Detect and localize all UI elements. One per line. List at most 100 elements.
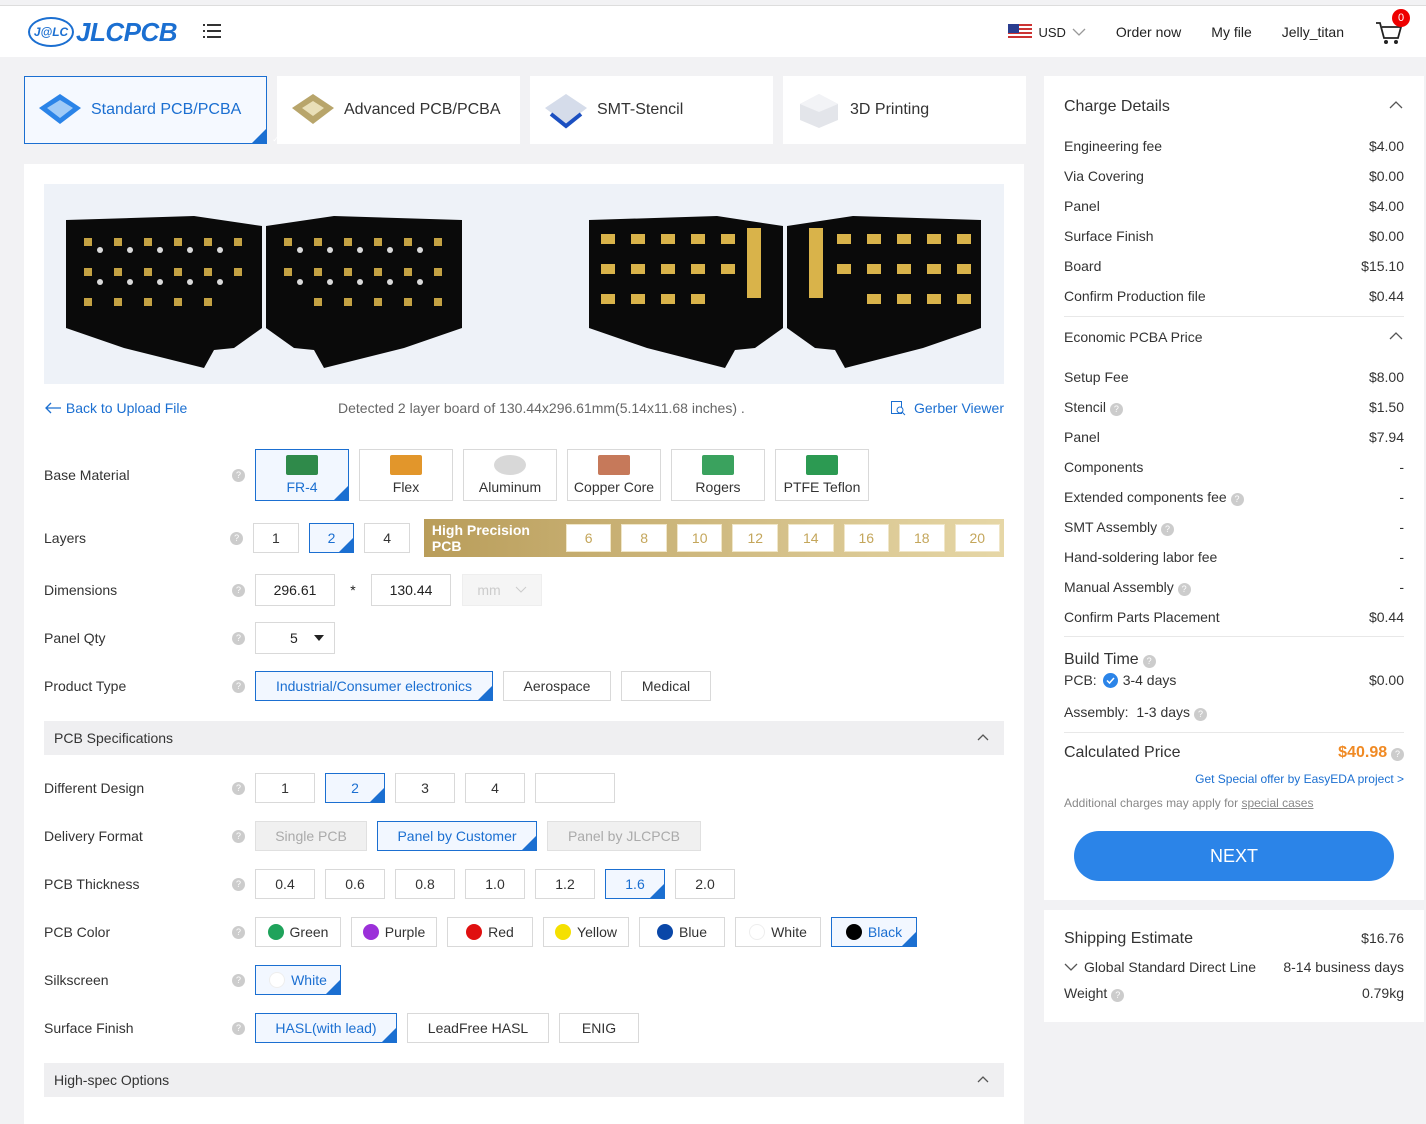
thickness-0-4[interactable]: 0.4 [255,869,315,899]
color-black[interactable]: Black [831,917,929,947]
layers-option-4[interactable]: 4 [364,523,410,553]
tab-advanced-pcb[interactable]: Advanced PCB/PCBA [277,76,520,144]
thickness-0-6[interactable]: 0.6 [325,869,385,899]
help-icon[interactable]: ? [232,925,245,939]
thickness-2-0[interactable]: 2.0 [675,869,735,899]
color-red[interactable]: Red [447,917,533,947]
pcb-specifications-section[interactable]: PCB Specifications [44,721,1004,755]
surface-finish-leadfree-hasl[interactable]: LeadFree HASL [407,1013,549,1043]
color-blue[interactable]: Blue [639,917,725,947]
surface-finish-hasl-lead[interactable]: HASL(with lead) [255,1013,409,1043]
help-icon[interactable]: ? [1161,522,1174,536]
help-icon[interactable]: ? [232,1021,245,1035]
dimension-separator: * [350,582,356,598]
layers-option-20[interactable]: 20 [954,524,1001,552]
cart-button[interactable]: 0 [1374,9,1410,47]
option-label: Red [488,924,514,940]
help-icon[interactable]: ? [1142,654,1156,668]
help-icon[interactable]: ? [1109,402,1123,416]
user-menu[interactable]: Jelly_titan [1282,24,1344,40]
layers-option-16[interactable]: 16 [843,524,890,552]
dimension-x-input[interactable]: 296.61 [255,574,335,606]
tab-3d-printing[interactable]: 3D Printing [783,76,1026,144]
help-icon[interactable]: ? [1230,492,1244,506]
thickness-0-8[interactable]: 0.8 [395,869,455,899]
shipping-method-row[interactable]: Global Standard Direct Line 8-14 busines… [1064,959,1404,975]
my-file-link[interactable]: My file [1211,24,1251,40]
help-icon[interactable]: ? [232,781,245,795]
help-icon[interactable]: ? [232,631,245,645]
help-icon[interactable]: ? [232,679,245,693]
delivery-panel-by-customer[interactable]: Panel by Customer [377,821,549,851]
currency-selector[interactable]: USD [1008,24,1086,40]
hamburger-menu-icon[interactable] [203,23,221,38]
base-material-fr4[interactable]: FR-4 [255,449,361,501]
product-type-medical[interactable]: Medical [621,671,711,701]
special-offer-link[interactable]: Get Special offer by EasyEDA project > [1195,772,1404,786]
gerber-viewer-link[interactable]: Gerber Viewer [890,400,1004,416]
charge-engineering-fee: Engineering fee $4.00 [1064,138,1404,154]
high-precision-label: High Precision PCB [431,522,530,554]
base-material-flex[interactable]: Flex [359,449,453,501]
build-time-pcb[interactable]: PCB: 3-4 days $0.00 [1064,672,1404,688]
product-type-industrial[interactable]: Industrial/Consumer electronics [255,671,505,701]
layers-option-14[interactable]: 14 [787,524,834,552]
delivery-single-pcb[interactable]: Single PCB [255,821,367,851]
different-design-2[interactable]: 2 [325,773,397,803]
help-icon[interactable]: ? [1193,707,1207,721]
help-icon[interactable]: ? [232,877,245,891]
tab-smt-stencil[interactable]: SMT-Stencil [530,76,773,144]
help-icon[interactable]: ? [232,583,245,597]
row-delivery-format: Delivery Format ? Single PCB Panel by Cu… [44,820,1004,852]
help-icon[interactable]: ? [232,973,245,987]
tab-standard-pcb[interactable]: Standard PCB/PCBA [24,76,279,144]
field-label: Panel Qty [44,630,106,646]
dimension-unit-select[interactable]: mm [462,574,542,606]
help-icon[interactable]: ? [1111,988,1125,1002]
jlcpcb-logo[interactable]: J@LC JLCPCB [28,16,178,48]
help-icon[interactable]: ? [232,468,245,482]
color-yellow[interactable]: Yellow [543,917,629,947]
different-design-1[interactable]: 1 [255,773,315,803]
layers-option-18[interactable]: 18 [899,524,945,552]
base-material-rogers[interactable]: Rogers [671,449,765,501]
dimension-y-input[interactable]: 130.44 [371,574,451,606]
base-material-aluminum[interactable]: Aluminum [463,449,557,501]
field-label: Product Type [44,678,127,694]
layers-option-12[interactable]: 12 [732,524,778,552]
different-design-3[interactable]: 3 [395,773,455,803]
panel-qty-select[interactable]: 5 [255,622,335,654]
surface-finish-enig[interactable]: ENIG [559,1013,639,1043]
help-icon[interactable]: ? [232,829,245,843]
layers-option-8[interactable]: 8 [621,524,667,552]
special-cases-link[interactable]: special cases [1241,796,1313,810]
color-white[interactable]: White [735,917,821,947]
high-spec-options-section[interactable]: High-spec Options [44,1063,1004,1097]
thickness-1-2[interactable]: 1.2 [535,869,595,899]
pcba-price-header[interactable]: Economic PCBA Price [1064,329,1404,345]
back-to-upload-link[interactable]: Back to Upload File [44,400,187,416]
charge-details-header[interactable]: Charge Details [1064,98,1404,116]
order-now-link[interactable]: Order now [1116,24,1181,40]
layers-option-2[interactable]: 2 [308,523,366,553]
delivery-panel-by-jlcpcb[interactable]: Panel by JLCPCB [547,821,701,851]
help-icon[interactable]: ? [230,531,244,545]
thickness-1-0[interactable]: 1.0 [465,869,525,899]
silkscreen-white[interactable]: White [255,965,353,995]
different-design-custom-input[interactable] [535,773,615,803]
charge-value: $0.00 [1368,168,1404,184]
base-material-copper-core[interactable]: Copper Core [567,449,661,501]
help-icon[interactable]: ? [1177,582,1191,596]
layers-option-10[interactable]: 10 [676,524,723,552]
product-type-aerospace[interactable]: Aerospace [503,671,611,701]
color-purple[interactable]: Purple [351,917,437,947]
thickness-1-6[interactable]: 1.6 [605,869,677,899]
next-button[interactable]: NEXT [1074,831,1394,881]
layers-option-6[interactable]: 6 [565,524,612,552]
base-material-ptfe-teflon[interactable]: PTFE Teflon [775,449,869,501]
layers-option-1[interactable]: 1 [253,523,299,553]
help-icon[interactable]: ? [1391,747,1404,761]
chevron-down-icon [515,586,527,593]
different-design-4[interactable]: 4 [465,773,525,803]
color-green[interactable]: Green [255,917,341,947]
